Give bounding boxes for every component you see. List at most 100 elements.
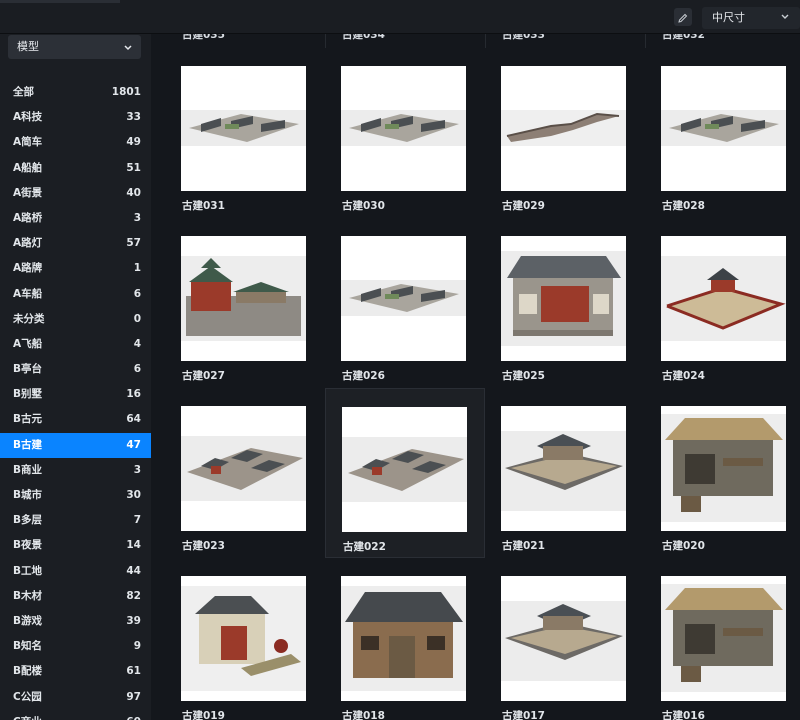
sidebar-category-item[interactable]: A飞船 4 — [0, 332, 151, 357]
card-title: 古建030 — [342, 200, 385, 212]
model-thumbnail[interactable] — [661, 406, 786, 531]
pencil-icon — [678, 8, 688, 27]
model-thumbnail[interactable] — [341, 236, 466, 361]
model-thumbnail[interactable] — [501, 66, 626, 191]
category-label: B别墅 — [13, 388, 43, 401]
divider — [325, 34, 326, 48]
category-label: A科技 — [13, 111, 43, 124]
model-thumbnail[interactable] — [501, 406, 626, 531]
category-count: 82 — [126, 589, 141, 602]
top-toolbar: 中尺寸 — [0, 0, 800, 34]
model-card[interactable]: 古建026 — [325, 218, 485, 388]
edit-button[interactable] — [674, 8, 692, 26]
model-thumbnail[interactable] — [341, 66, 466, 191]
sidebar-category-item[interactable]: A科技 33 — [0, 105, 151, 130]
model-card[interactable]: 古建027 — [165, 218, 325, 388]
model-thumbnail[interactable] — [181, 236, 306, 361]
model-thumbnail[interactable] — [181, 66, 306, 191]
model-card[interactable]: 古建016 — [645, 558, 800, 720]
category-label: B亭台 — [13, 363, 43, 376]
category-label: A路桥 — [13, 211, 43, 224]
sidebar-category-item[interactable]: B多层 7 — [0, 508, 151, 533]
category-count: 0 — [133, 312, 141, 325]
card-title: 古建020 — [662, 540, 705, 552]
model-thumbnail[interactable] — [181, 406, 306, 531]
sidebar-category-item[interactable]: A简车 49 — [0, 130, 151, 155]
model-thumbnail[interactable] — [342, 407, 467, 532]
model-card[interactable]: 古建021 — [485, 388, 645, 558]
sidebar-category-item[interactable]: B亭台 6 — [0, 357, 151, 382]
model-card[interactable]: 古建022 — [325, 388, 485, 558]
card-title: 古建028 — [662, 200, 705, 212]
model-card[interactable]: 古建024 — [645, 218, 800, 388]
card-title: 古建026 — [342, 370, 385, 382]
sidebar-category-item[interactable]: A车船 6 — [0, 282, 151, 307]
sidebar-category-item[interactable]: C商业 60 — [0, 710, 151, 720]
tab-indicator — [0, 0, 120, 3]
sidebar-category-item[interactable]: A街景 40 — [0, 181, 151, 206]
model-card[interactable]: 古建025 — [485, 218, 645, 388]
category-count: 9 — [133, 640, 141, 653]
sidebar-category-item[interactable]: B古建 47 — [0, 432, 151, 458]
category-label: B知名 — [13, 640, 43, 653]
model-thumbnail[interactable] — [341, 576, 466, 701]
model-thumbnail[interactable] — [661, 576, 786, 701]
category-label: 全部 — [13, 86, 34, 98]
sidebar-category-item[interactable]: B城市 30 — [0, 483, 151, 508]
sidebar-category-item[interactable]: B配楼 61 — [0, 659, 151, 684]
model-card[interactable]: 古建029 — [485, 48, 645, 218]
size-select[interactable]: 中尺寸 — [702, 7, 800, 29]
sidebar-category-item[interactable]: B夜景 14 — [0, 533, 151, 558]
category-count: 44 — [126, 564, 141, 577]
model-card[interactable]: 古建017 — [485, 558, 645, 720]
category-count: 47 — [126, 438, 141, 451]
model-type-select[interactable]: 模型 — [8, 35, 141, 59]
model-card[interactable]: 古建028 — [645, 48, 800, 218]
card-title: 古建029 — [502, 200, 545, 212]
category-label: A车船 — [13, 287, 43, 300]
category-count: 14 — [126, 539, 141, 552]
model-thumbnail[interactable] — [181, 576, 306, 701]
category-label: A路牌 — [13, 262, 43, 275]
partial-row: 古建035 古建034 古建033 古建032 — [165, 34, 800, 48]
sidebar-category-item[interactable]: 全部 1801 — [0, 80, 151, 105]
category-count: 30 — [126, 489, 141, 501]
sidebar-category-item[interactable]: B别墅 16 — [0, 382, 151, 407]
sidebar-category-item[interactable]: A路桥 3 — [0, 206, 151, 231]
sidebar-category-item[interactable]: C公园 97 — [0, 685, 151, 710]
category-label: A街景 — [13, 186, 43, 199]
sidebar-category-item[interactable]: B工地 44 — [0, 559, 151, 584]
card-title: 古建033 — [502, 34, 545, 41]
model-card[interactable]: 古建023 — [165, 388, 325, 558]
model-thumbnail[interactable] — [501, 576, 626, 701]
sidebar-category-item[interactable]: B商业 3 — [0, 458, 151, 483]
sidebar-category-item[interactable]: A路灯 57 — [0, 231, 151, 256]
model-card[interactable]: 古建019 — [165, 558, 325, 720]
model-thumbnail[interactable] — [501, 236, 626, 361]
category-count: 51 — [126, 161, 141, 174]
sidebar: 模型 全部 1801 A科技 33 A简车 49 A船舶 51 A街景 40 A路桥 3 A路灯 57 A路… — [0, 34, 151, 720]
divider — [151, 34, 165, 720]
category-count: 97 — [126, 690, 141, 703]
category-label: B夜景 — [13, 539, 43, 552]
model-card[interactable]: 古建030 — [325, 48, 485, 218]
sidebar-category-item[interactable]: B木材 82 — [0, 584, 151, 609]
card-title: 古建019 — [182, 710, 225, 720]
sidebar-category-item[interactable]: 未分类 0 — [0, 307, 151, 332]
model-card[interactable]: 古建018 — [325, 558, 485, 720]
model-card[interactable]: 古建020 — [645, 388, 800, 558]
sidebar-category-item[interactable]: B古元 64 — [0, 407, 151, 432]
model-thumbnail[interactable] — [661, 236, 786, 361]
category-count: 33 — [126, 111, 141, 124]
category-count: 49 — [126, 136, 141, 149]
sidebar-category-item[interactable]: B游戏 39 — [0, 609, 151, 634]
sidebar-category-item[interactable]: A路牌 1 — [0, 256, 151, 281]
sidebar-category-item[interactable]: A船舶 51 — [0, 156, 151, 181]
model-card[interactable]: 古建031 — [165, 48, 325, 218]
model-thumbnail[interactable] — [661, 66, 786, 191]
sidebar-category-item[interactable]: B知名 9 — [0, 634, 151, 659]
size-select-value: 中尺寸 — [712, 11, 745, 24]
divider — [485, 34, 486, 48]
chevron-down-icon — [780, 10, 790, 32]
card-title: 古建031 — [182, 200, 225, 212]
